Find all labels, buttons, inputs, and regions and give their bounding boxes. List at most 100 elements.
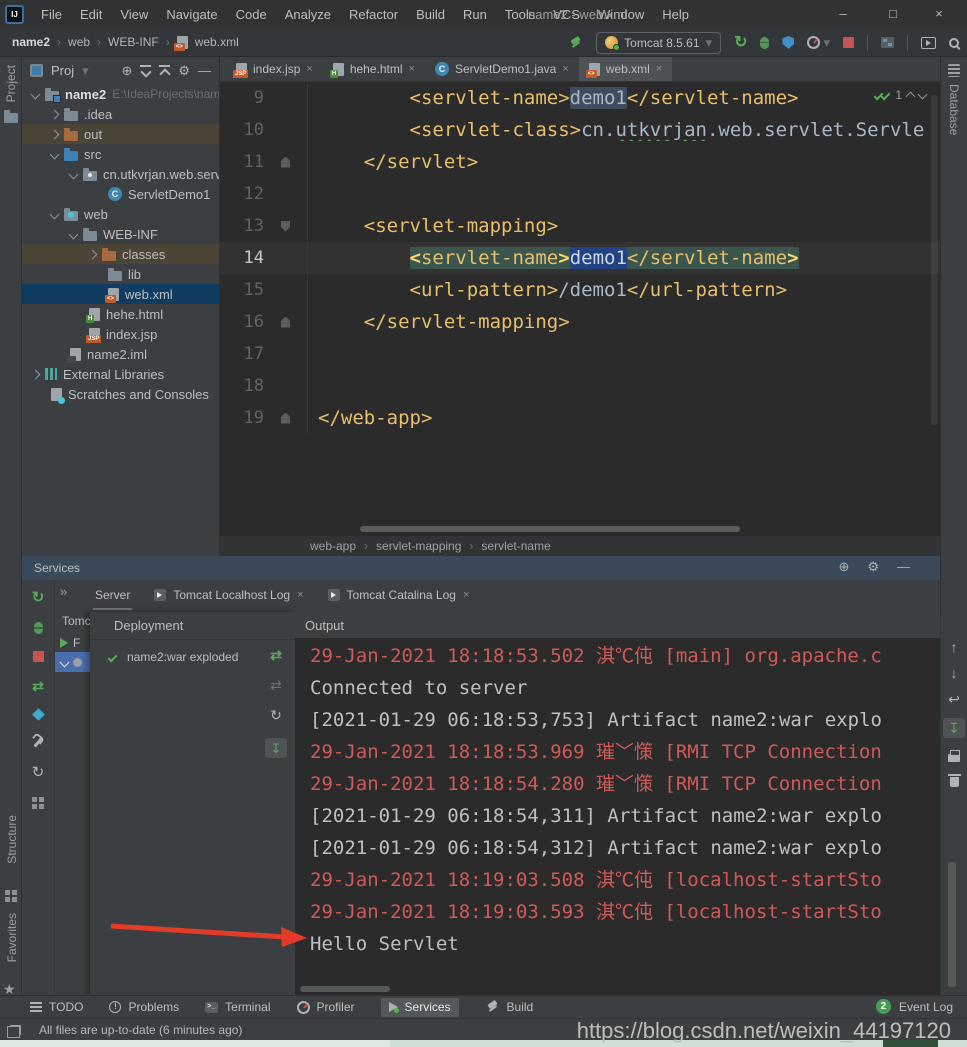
stop-button[interactable] — [843, 37, 854, 48]
code-line-14[interactable]: 14 <servlet-name>demo1</servlet-name> — [220, 242, 940, 274]
hide-panel-icon[interactable]: — — [897, 560, 910, 573]
close-icon[interactable]: × — [463, 589, 469, 601]
clear-console-icon[interactable] — [950, 777, 959, 787]
prev-occurrence-icon[interactable] — [906, 92, 916, 102]
tool-button-database[interactable]: Database — [947, 84, 961, 135]
scroll-up-icon[interactable]: ↑ — [951, 640, 958, 654]
tree-row-web-inf[interactable]: WEB-INF — [22, 224, 219, 244]
profiler-button[interactable]: ▾ — [807, 36, 830, 49]
debug-button[interactable] — [760, 37, 769, 49]
tool-window-button-build[interactable]: Build — [485, 998, 534, 1017]
chevron-open-icon[interactable] — [50, 209, 60, 219]
search-everywhere-icon[interactable] — [949, 38, 959, 48]
fold-marker-icon[interactable] — [281, 317, 290, 328]
tool-button-favorites[interactable]: Favorites — [5, 913, 19, 962]
debug-server-button[interactable] — [34, 622, 43, 634]
code-line-12[interactable]: 12 — [220, 178, 940, 210]
code-line-9[interactable]: 9 <servlet-name>demo1</servlet-name> — [220, 82, 940, 114]
editor-vertical-scrollbar[interactable] — [931, 95, 938, 425]
settings-gear-icon[interactable]: ⚙ — [867, 560, 879, 573]
tab-index-jsp[interactable]: index.jsp× — [226, 57, 323, 81]
chevron-open-icon[interactable] — [31, 89, 41, 99]
settings-gear-icon[interactable]: ⚙ — [178, 64, 190, 77]
fold-marker-icon[interactable] — [281, 221, 290, 232]
xml-breadcrumb-web-app[interactable]: web-app — [310, 539, 356, 553]
chevron-closed-icon[interactable] — [50, 109, 60, 119]
tab-servletdemo1-java[interactable]: ServletDemo1.java× — [425, 57, 579, 81]
tree-row-index-jsp[interactable]: index.jsp — [22, 324, 219, 344]
menu-item-code[interactable]: Code — [227, 0, 276, 28]
rerun-server-button[interactable]: ↻ — [32, 590, 45, 605]
soft-wrap-icon[interactable]: ↩ — [948, 692, 960, 706]
tree-row-external-libraries[interactable]: External Libraries — [22, 364, 219, 384]
event-log-button[interactable]: 2 Event Log — [876, 999, 953, 1014]
chevron-open-icon[interactable] — [69, 229, 79, 239]
tool-window-button-services[interactable]: Services — [381, 998, 459, 1017]
tree-row-lib[interactable]: lib — [22, 264, 219, 284]
xml-breadcrumb-servlet-name[interactable]: servlet-name — [481, 539, 550, 553]
chevron-open-icon[interactable] — [50, 149, 60, 159]
menu-item-help[interactable]: Help — [653, 0, 698, 28]
run-anything-icon[interactable] — [921, 37, 936, 49]
deploy-icon[interactable]: ⇄ — [270, 648, 282, 662]
minimize-button[interactable]: – — [835, 6, 851, 21]
tool-button-project[interactable]: Project — [4, 65, 18, 102]
undeploy-icon[interactable]: ⇄ — [270, 678, 282, 692]
project-panel-title[interactable]: Proj — [51, 63, 74, 78]
menu-item-run[interactable]: Run — [454, 0, 496, 28]
tree-row-cn-utkvrjan-web-servlet[interactable]: cn.utkvrjan.web.servlet — [22, 164, 219, 184]
menu-item-view[interactable]: View — [111, 0, 157, 28]
scroll-to-end-button[interactable]: ↧ — [943, 718, 965, 738]
close-icon[interactable]: × — [306, 63, 312, 75]
menu-item-edit[interactable]: Edit — [71, 0, 111, 28]
code-line-18[interactable]: 18 — [220, 370, 940, 402]
menu-item-navigate[interactable]: Navigate — [157, 0, 226, 28]
menu-item-build[interactable]: Build — [407, 0, 454, 28]
deploy-all-button[interactable]: ⇄ — [32, 679, 44, 693]
tree-row-web[interactable]: web — [22, 204, 219, 224]
chevron-open-icon[interactable] — [69, 169, 79, 179]
close-icon[interactable]: × — [656, 63, 662, 75]
maximize-button[interactable]: □ — [885, 6, 901, 21]
breadcrumb-item-web-inf[interactable]: WEB-INF — [108, 35, 159, 49]
services-tab-server[interactable]: Server — [85, 580, 140, 610]
tree-row-scratches-and-consoles[interactable]: Scratches and Consoles — [22, 384, 219, 404]
chevron-closed-icon[interactable] — [88, 249, 98, 259]
code-line-16[interactable]: 16 </servlet-mapping> — [220, 306, 940, 338]
print-icon[interactable] — [948, 754, 960, 762]
tree-row-hehe-html[interactable]: hehe.html — [22, 304, 219, 324]
locate-icon[interactable]: ⊕ — [121, 64, 132, 77]
services-tab-tomcat-localhost-log[interactable]: Tomcat Localhost Log× — [144, 580, 313, 610]
tree-row-classes[interactable]: classes — [22, 244, 219, 264]
tree-row-name2[interactable]: name2E:\IdeaProjects\name2 — [22, 84, 219, 104]
breadcrumb-item-web-xml[interactable]: web.xml — [195, 35, 239, 49]
tool-button-structure[interactable]: Structure — [5, 815, 19, 864]
code-line-15[interactable]: 15 <url-pattern>/demo1</url-pattern> — [220, 274, 940, 306]
coverage-button[interactable] — [782, 36, 794, 49]
stop-server-button[interactable] — [33, 651, 44, 662]
tree-row-out[interactable]: out — [22, 124, 219, 144]
tool-window-button-todo[interactable]: TODO — [30, 998, 83, 1017]
services-options-icon[interactable] — [32, 708, 45, 721]
tool-window-button-profiler[interactable]: Profiler — [297, 998, 355, 1017]
fold-marker-icon[interactable] — [281, 157, 290, 168]
services-tab-tomcat-catalina-log[interactable]: Tomcat Catalina Log× — [318, 580, 480, 610]
tool-windows-icon[interactable] — [881, 37, 894, 48]
code-line-19[interactable]: 19</web-app> — [220, 402, 940, 434]
menu-item-file[interactable]: File — [32, 0, 71, 28]
services-tree-node[interactable]: Tomc — [62, 614, 90, 628]
fold-marker-icon[interactable] — [281, 413, 290, 424]
tree-row-name2-iml[interactable]: name2.iml — [22, 344, 219, 364]
scroll-down-icon[interactable]: ↓ — [951, 666, 958, 680]
locate-icon[interactable]: ⊕ — [838, 560, 849, 573]
editor-horizontal-scrollbar[interactable] — [360, 526, 740, 532]
console-vertical-scrollbar[interactable] — [948, 862, 956, 987]
chevron-down-icon[interactable]: ▾ — [82, 64, 89, 77]
group-by-icon[interactable] — [32, 797, 44, 809]
tree-row-src[interactable]: src — [22, 144, 219, 164]
close-icon[interactable]: × — [297, 589, 303, 601]
refresh-deployment-icon[interactable]: ↻ — [270, 708, 282, 722]
collapse-all-icon[interactable] — [159, 65, 170, 76]
hide-panel-icon[interactable]: — — [198, 64, 211, 77]
next-occurrence-icon[interactable] — [918, 89, 928, 99]
